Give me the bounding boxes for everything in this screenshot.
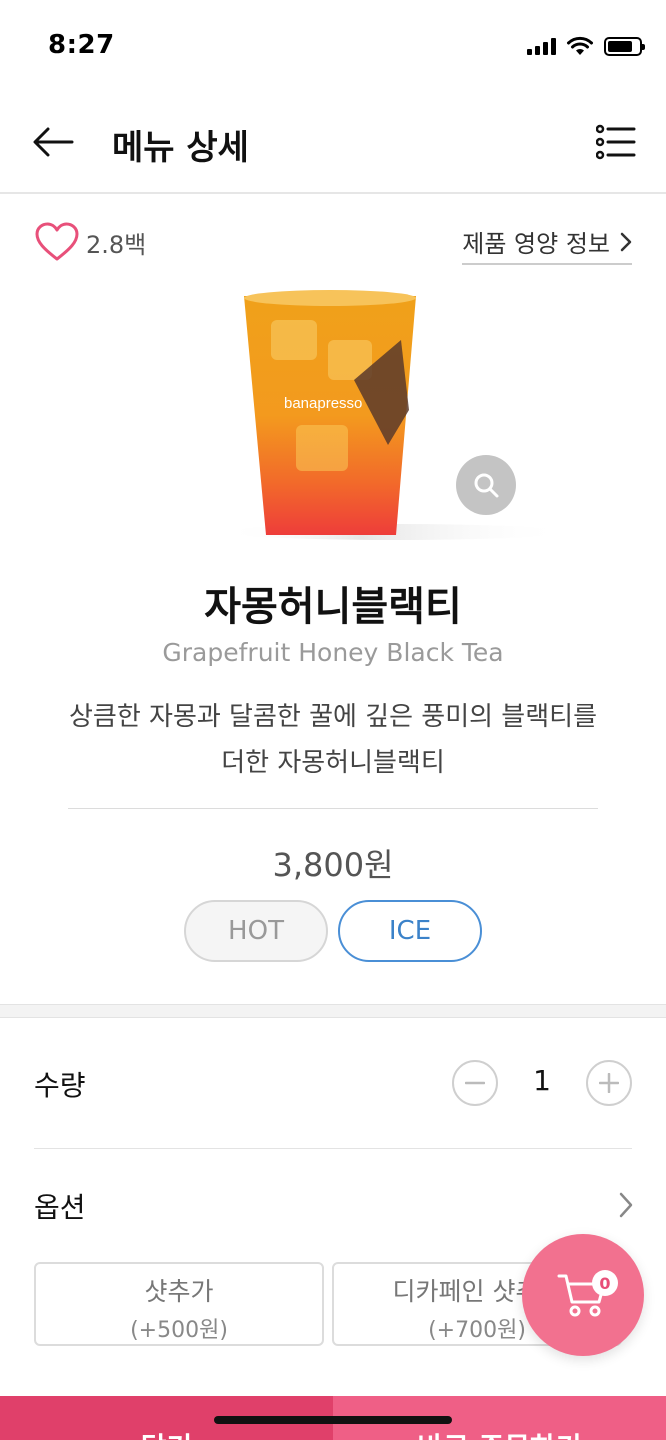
quantity-label: 수량 [34, 1069, 86, 1102]
divider [34, 1148, 632, 1149]
cart-button[interactable]: 0 [522, 1234, 644, 1356]
home-indicator [214, 1416, 452, 1424]
option-extra-shot[interactable]: 샷추가 (+500원) [34, 1262, 324, 1346]
quantity-decrease-button[interactable] [452, 1060, 498, 1106]
menu-list-button[interactable] [595, 124, 636, 160]
temperature-hot-button[interactable]: HOT [184, 900, 328, 962]
product-name: 자몽허니블랙티 [204, 584, 462, 630]
options-label: 옵션 [34, 1191, 86, 1224]
wifi-icon [567, 36, 593, 55]
option-name: 샷추가 [144, 1277, 214, 1306]
cellular-signal-icon [527, 37, 556, 55]
heart-icon [35, 222, 79, 261]
quantity-increase-button[interactable] [586, 1060, 632, 1106]
divider [68, 808, 598, 809]
status-time: 8:27 [48, 30, 115, 60]
quantity-value: 1 [533, 1064, 551, 1097]
back-arrow-icon [33, 127, 74, 157]
like-count: 2.8백 [86, 230, 147, 259]
search-icon [474, 473, 499, 498]
minus-icon [465, 1081, 485, 1085]
plus-icon [599, 1073, 619, 1093]
list-icon [595, 124, 636, 160]
nutrition-info-link[interactable]: 제품 영양 정보 [462, 224, 632, 265]
temperature-ice-button[interactable]: ICE [338, 900, 482, 962]
chevron-right-icon[interactable] [616, 1190, 636, 1220]
chevron-right-icon [620, 232, 632, 251]
product-price: 3,800원 [272, 846, 394, 884]
option-price: (+500원) [130, 1318, 228, 1343]
like-button[interactable]: 2.8백 [34, 222, 146, 262]
status-icons [527, 36, 645, 56]
battery-icon [604, 36, 645, 56]
cup-brand-logo: banapresso [284, 395, 362, 412]
back-button[interactable] [30, 122, 76, 162]
cart-count-badge: 0 [592, 1270, 618, 1296]
product-description: 상큼한 자몽과 달콤한 꿀에 깊은 풍미의 블랙티를 더한 자몽허니블랙티 [69, 702, 597, 778]
status-bar: 8:27 [0, 0, 666, 92]
section-divider [0, 1004, 666, 1018]
page-title: 메뉴 상세 [112, 128, 249, 168]
product-name-english: Grapefruit Honey Black Tea [162, 638, 504, 667]
app-header: 메뉴 상세 [0, 92, 666, 194]
nutrition-info-label: 제품 영양 정보 [462, 230, 610, 258]
zoom-image-button[interactable] [456, 455, 516, 515]
